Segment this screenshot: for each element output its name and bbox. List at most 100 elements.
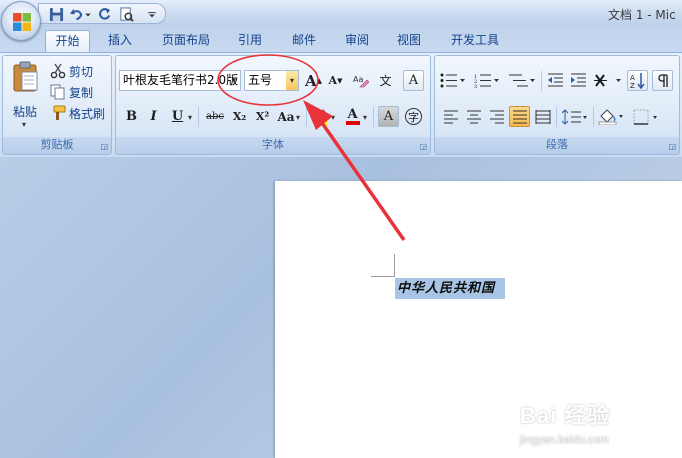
selected-text[interactable]: 中华人民共和国 bbox=[395, 278, 505, 299]
change-case-dropdown-icon[interactable]: ▾ bbox=[296, 113, 300, 122]
font-size-combo[interactable]: 五号 ▾ bbox=[244, 70, 299, 91]
format-painter-icon bbox=[53, 105, 66, 120]
italic-button[interactable]: I bbox=[143, 106, 164, 127]
customize-qat-icon[interactable] bbox=[147, 7, 157, 22]
tab-home[interactable]: 开始 bbox=[45, 30, 90, 52]
highlight-dropdown-icon[interactable]: ▾ bbox=[331, 113, 335, 122]
underline-dropdown-icon[interactable]: ▾ bbox=[188, 113, 192, 122]
redo-icon[interactable] bbox=[97, 7, 112, 22]
bullets-icon bbox=[440, 73, 465, 88]
tab-page-layout[interactable]: 页面布局 bbox=[152, 30, 220, 52]
sort-button[interactable]: AZ bbox=[627, 70, 648, 91]
align-center-icon bbox=[466, 110, 481, 123]
align-left-button[interactable] bbox=[440, 106, 461, 127]
tab-insert[interactable]: 插入 bbox=[97, 30, 143, 52]
multilevel-list-button[interactable] bbox=[506, 70, 538, 91]
borders-button[interactable] bbox=[631, 106, 661, 127]
character-border-button[interactable]: A bbox=[403, 70, 424, 91]
shrink-font-button[interactable]: A ▼ bbox=[325, 70, 346, 91]
font-size-dropdown-icon[interactable]: ▾ bbox=[286, 71, 298, 90]
underline-button[interactable]: U bbox=[167, 106, 188, 127]
decrease-indent-button[interactable] bbox=[545, 70, 566, 91]
line-spacing-button[interactable] bbox=[560, 106, 590, 127]
print-preview-icon[interactable] bbox=[119, 7, 134, 22]
chinese-layout-icon bbox=[594, 74, 621, 87]
line-spacing-icon bbox=[562, 108, 587, 125]
clear-formatting-button[interactable]: Aa bbox=[350, 70, 371, 91]
svg-text:Aa: Aa bbox=[353, 75, 363, 84]
font-dialog-launcher-icon[interactable]: ◲ bbox=[419, 142, 427, 151]
character-shading-button[interactable]: A bbox=[378, 106, 399, 127]
quick-access-toolbar bbox=[38, 3, 166, 24]
office-button[interactable] bbox=[1, 1, 41, 41]
save-icon[interactable] bbox=[49, 7, 64, 22]
font-group-label: 字体 bbox=[116, 137, 430, 154]
align-center-button[interactable] bbox=[463, 106, 484, 127]
tab-mailings[interactable]: 邮件 bbox=[281, 30, 327, 52]
svg-text:Z: Z bbox=[630, 82, 635, 89]
clipboard-icon bbox=[13, 61, 38, 92]
clipboard-dialog-launcher-icon[interactable]: ◲ bbox=[100, 142, 108, 151]
svg-text:3: 3 bbox=[474, 84, 477, 88]
show-paragraph-marks-button[interactable] bbox=[652, 70, 673, 91]
paragraph-mark-icon bbox=[658, 74, 668, 87]
paste-dropdown-icon: ▾ bbox=[22, 120, 27, 129]
borders-icon bbox=[633, 109, 657, 125]
increase-indent-button[interactable] bbox=[568, 70, 589, 91]
paragraph-separator bbox=[541, 71, 542, 91]
phonetic-guide-button[interactable]: 文 bbox=[375, 70, 396, 91]
paragraph-separator-3 bbox=[593, 107, 594, 127]
decrease-indent-icon bbox=[548, 73, 563, 87]
font-family-dropdown-icon[interactable]: ▾ bbox=[228, 71, 240, 90]
change-case-button[interactable]: Aa bbox=[274, 106, 298, 127]
undo-icon[interactable] bbox=[69, 7, 84, 22]
crop-mark-horizontal bbox=[371, 276, 395, 277]
format-painter-button[interactable]: 格式刷 bbox=[50, 103, 105, 123]
grow-font-button[interactable]: A ▲ bbox=[303, 70, 324, 91]
font-family-combo[interactable]: 叶根友毛笔行书2.0版 ▾ bbox=[119, 70, 241, 91]
strikethrough-button[interactable]: abc bbox=[202, 106, 228, 127]
font-color-dropdown-icon[interactable]: ▾ bbox=[363, 113, 367, 122]
superscript-button[interactable]: X² bbox=[252, 106, 273, 127]
align-right-icon bbox=[489, 110, 504, 123]
tab-references[interactable]: 引用 bbox=[227, 30, 273, 52]
paste-button[interactable]: 粘贴 ▾ bbox=[6, 59, 46, 131]
clipboard-group-label: 剪贴板 bbox=[3, 137, 111, 154]
bold-button[interactable]: B bbox=[121, 106, 142, 127]
ribbon: 粘贴 ▾ 剪切 复制 格式刷 剪贴板 ◲ 叶根友毛笔行书2.0版 ▾ 五号 ▾ … bbox=[0, 52, 682, 157]
office-logo-icon bbox=[13, 13, 31, 31]
distributed-button[interactable] bbox=[532, 106, 553, 127]
chinese-layout-button[interactable] bbox=[592, 70, 624, 91]
tab-developer[interactable]: 开发工具 bbox=[440, 30, 510, 52]
font-size-value: 五号 bbox=[248, 73, 273, 87]
paragraph-group-label: 段落 bbox=[435, 137, 679, 154]
tab-review[interactable]: 审阅 bbox=[334, 30, 380, 52]
copy-button[interactable]: 复制 bbox=[50, 82, 93, 102]
baidu-watermark: Bai 经验 jingyan.baidu.com bbox=[518, 398, 668, 453]
svg-text:A: A bbox=[630, 74, 635, 82]
scissors-icon bbox=[50, 63, 66, 79]
tab-view[interactable]: 视图 bbox=[386, 30, 432, 52]
numbering-button[interactable]: 123 bbox=[472, 70, 502, 91]
bullets-button[interactable] bbox=[438, 70, 468, 91]
subscript-button[interactable]: X₂ bbox=[229, 106, 250, 127]
cut-button[interactable]: 剪切 bbox=[50, 61, 93, 81]
undo-dropdown-icon[interactable] bbox=[84, 7, 92, 22]
highlighter-icon bbox=[313, 109, 328, 125]
font-group: 叶根友毛笔行书2.0版 ▾ 五号 ▾ A ▲ A ▼ Aa 文 A B I U ▾ … bbox=[115, 55, 431, 155]
highlight-button[interactable] bbox=[310, 106, 331, 127]
align-right-button[interactable] bbox=[486, 106, 507, 127]
justify-button[interactable] bbox=[509, 106, 530, 127]
font-color-button[interactable]: A bbox=[342, 106, 363, 127]
font-family-value: 叶根友毛笔行书2.0版 bbox=[123, 73, 239, 87]
copy-label: 复制 bbox=[69, 85, 94, 100]
clear-formatting-icon: Aa bbox=[353, 75, 369, 88]
watermark-url: jingyan.baidu.com bbox=[520, 434, 609, 446]
multilevel-list-icon bbox=[509, 74, 535, 87]
enclose-characters-button[interactable]: 字 bbox=[403, 106, 424, 127]
paragraph-separator-2 bbox=[556, 107, 557, 127]
cut-label: 剪切 bbox=[69, 64, 94, 79]
paste-label: 粘贴 bbox=[13, 105, 38, 119]
shading-button[interactable] bbox=[596, 106, 626, 127]
paragraph-dialog-launcher-icon[interactable]: ◲ bbox=[668, 142, 676, 151]
